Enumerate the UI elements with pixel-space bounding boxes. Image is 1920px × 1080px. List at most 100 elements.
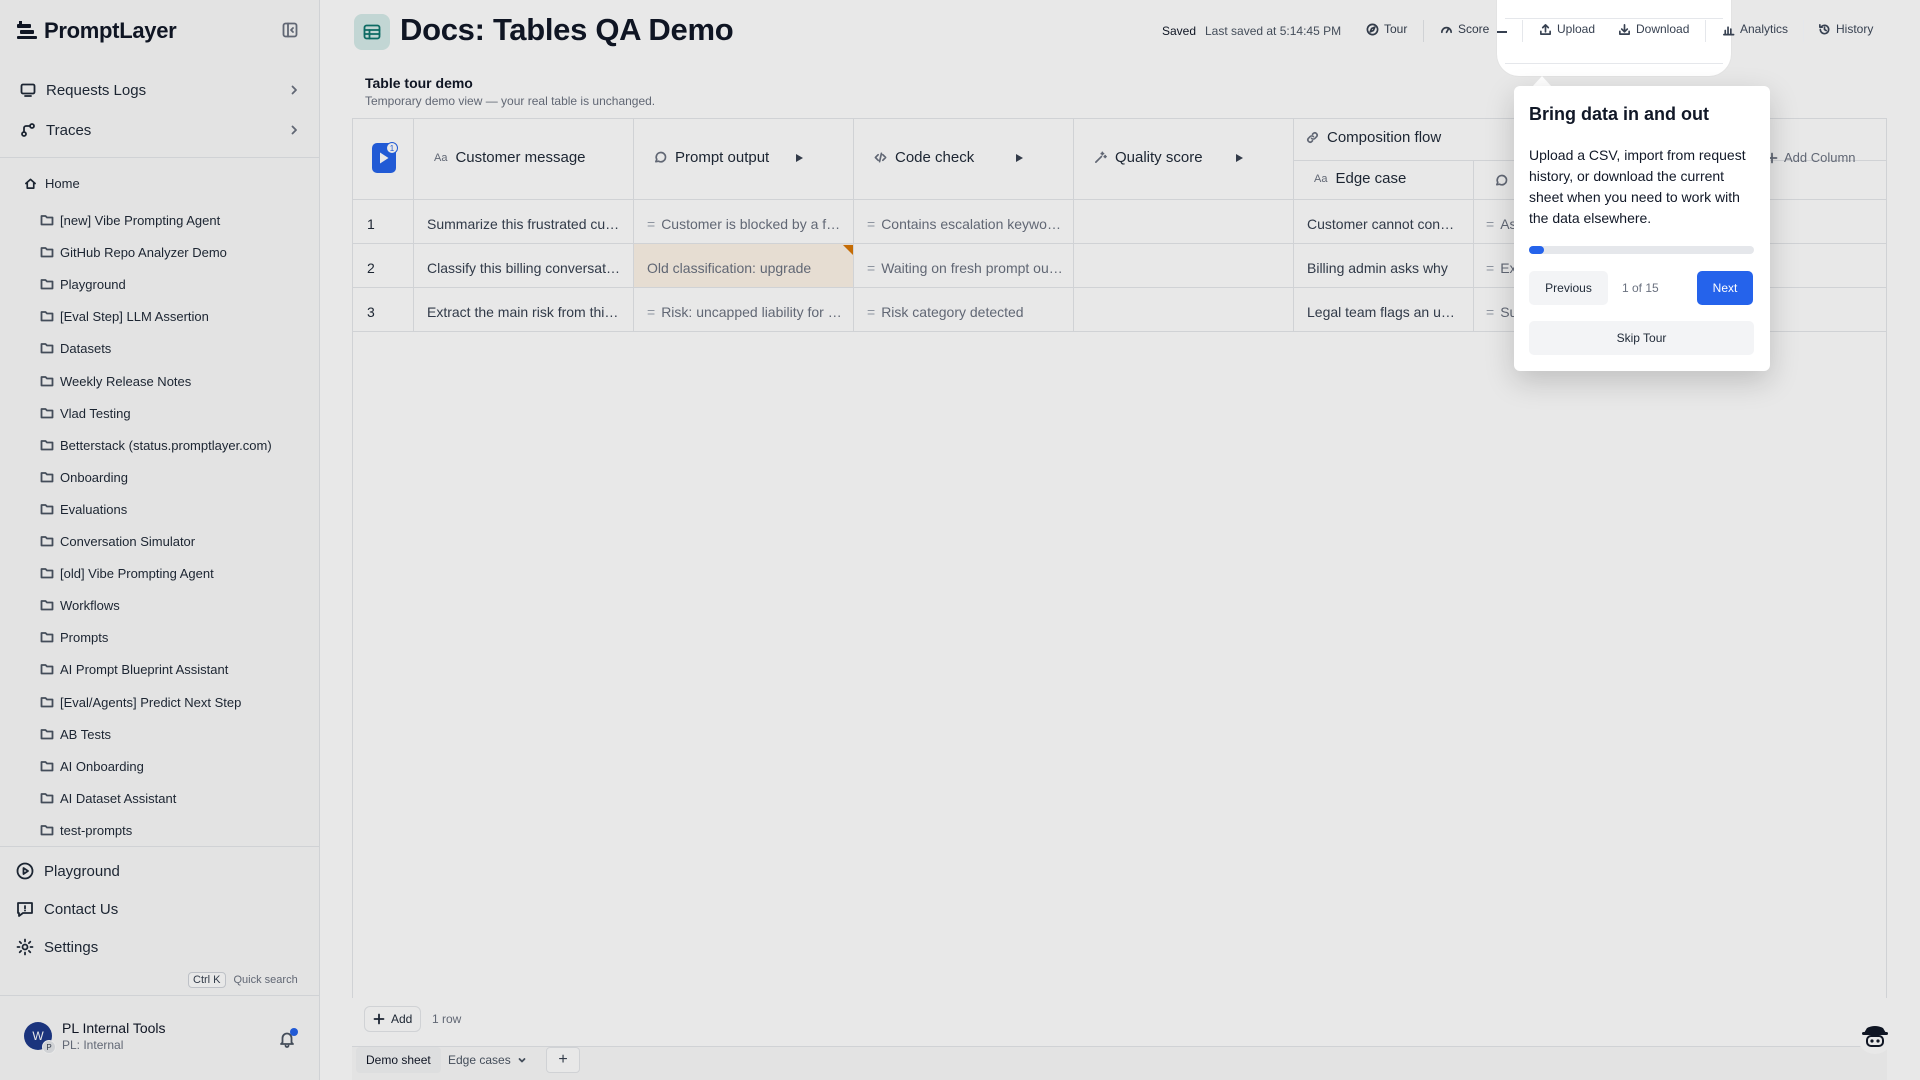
add-row-button[interactable]: Add <box>364 1006 422 1032</box>
sheet-tab-edge-cases[interactable]: Edge cases <box>440 1047 535 1073</box>
folder-label: Playground <box>60 276 126 292</box>
nav-contact-us[interactable]: Contact Us <box>16 895 118 923</box>
nav-requests-logs-label: Requests Logs <box>46 81 147 99</box>
download-label: Download <box>1636 22 1690 36</box>
toolbar-divider <box>1705 20 1706 42</box>
cell-edge-case-text: Billing admin asks why <box>1307 260 1448 276</box>
folder-item[interactable]: Workflows <box>40 593 120 617</box>
cell-customer-message[interactable]: Summarize this frustrated customer email <box>427 216 623 232</box>
cell-prompt-output[interactable]: = Risk: uncapped liability for vendor <box>647 304 843 320</box>
nav-playground[interactable]: Playground <box>16 857 120 885</box>
folder-item[interactable]: test-prompts <box>40 818 132 842</box>
tour-button[interactable]: Tour <box>1366 22 1407 36</box>
folder-item[interactable]: [old] Vibe Prompting Agent <box>40 561 214 585</box>
page-title: Docs: Tables QA Demo <box>400 12 734 47</box>
cell-code-check[interactable]: = Risk category detected <box>867 304 1063 320</box>
nav-home[interactable]: Home <box>24 176 80 191</box>
folder-item[interactable]: [new] Vibe Prompting Agent <box>40 208 220 232</box>
analytics-button[interactable]: Analytics <box>1722 22 1788 36</box>
column-title: Quality score <box>1115 149 1203 166</box>
folder-item[interactable]: Onboarding <box>40 465 128 489</box>
assistant-bot-icon[interactable] <box>1857 1018 1893 1054</box>
collapse-sidebar-icon[interactable] <box>282 22 300 40</box>
history-icon <box>1819 23 1830 34</box>
row-number[interactable]: 3 <box>367 304 407 320</box>
sheet-tab-label: Edge cases <box>448 1053 511 1067</box>
nav-traces-label: Traces <box>46 121 92 139</box>
folder-item[interactable]: Conversation Simulator <box>40 529 195 553</box>
nav-traces[interactable]: Traces <box>12 114 308 146</box>
column-header-customer-message[interactable]: Aa Customer message <box>434 149 624 166</box>
folder-item[interactable]: [Eval Step] LLM Assertion <box>40 304 209 328</box>
traces-icon <box>21 123 35 137</box>
folder-icon <box>40 472 54 483</box>
column-header-quality-score[interactable]: Quality score <box>1094 149 1244 166</box>
history-button[interactable]: History <box>1818 22 1873 36</box>
folder-item[interactable]: AI Dataset Assistant <box>40 786 176 810</box>
folder-label: [old] Vibe Prompting Agent <box>60 565 214 581</box>
cell-prompt-output[interactable]: = Customer is blocked by a failed payment <box>647 216 843 232</box>
run-column-icon[interactable] <box>795 153 804 163</box>
cell-code-check[interactable]: = Waiting on fresh prompt output <box>867 260 1063 276</box>
message-alert-icon <box>17 902 33 917</box>
cell-code-check[interactable]: = Contains escalation keywords <box>867 216 1063 232</box>
tour-progress-track <box>1529 246 1754 254</box>
folder-item[interactable]: AI Onboarding <box>40 754 144 778</box>
add-sheet-button[interactable]: + <box>546 1047 580 1073</box>
cell-customer-message[interactable]: Classify this billing conversation <box>427 260 623 276</box>
folder-icon <box>40 440 54 451</box>
row-number[interactable]: 2 <box>367 260 407 276</box>
nav-requests-logs[interactable]: Requests Logs <box>12 74 308 106</box>
add-column-button[interactable]: Add Column <box>1766 150 1856 165</box>
folder-item[interactable]: Datasets <box>40 336 111 360</box>
workspace-name: PL Internal Tools <box>62 1020 166 1036</box>
folder-item[interactable]: Playground <box>40 272 126 296</box>
tour-next-button[interactable]: Next <box>1697 271 1753 305</box>
row-number[interactable]: 1 <box>367 216 407 232</box>
folder-item[interactable]: Vlad Testing <box>40 401 131 425</box>
nav-settings[interactable]: Settings <box>16 933 98 961</box>
cell-customer-message[interactable]: Extract the main risk from this contract <box>427 304 623 320</box>
sheet-tab-demo[interactable]: Demo sheet <box>356 1047 441 1073</box>
folder-item[interactable]: AI Prompt Blueprint Assistant <box>40 657 228 681</box>
folder-item[interactable]: Prompts <box>40 625 108 649</box>
cell-edge-case[interactable]: Customer cannot continue <box>1307 216 1457 232</box>
score-button[interactable]: Score <box>1440 22 1489 36</box>
col-line <box>1073 118 1074 331</box>
chevron-down-icon <box>518 1058 526 1063</box>
folder-item[interactable]: Evaluations <box>40 497 127 521</box>
folder-label: [Eval/Agents] Predict Next Step <box>60 694 242 710</box>
folder-item[interactable]: GitHub Repo Analyzer Demo <box>40 240 227 264</box>
tour-previous-button[interactable]: Previous <box>1529 271 1608 305</box>
cell-customer-message-text: Summarize this frustrated customer email <box>427 216 623 232</box>
column-header-code-check[interactable]: Code check <box>874 149 1024 166</box>
folder-label: Weekly Release Notes <box>60 373 192 389</box>
add-column-label: Add Column <box>1784 150 1856 165</box>
folder-label: Onboarding <box>60 469 128 485</box>
sparkle-wand-icon <box>1095 151 1107 163</box>
run-column-icon[interactable] <box>1235 153 1244 163</box>
cell-edge-case[interactable]: Billing admin asks why <box>1307 260 1457 276</box>
avatar-initial: W <box>32 1029 44 1043</box>
formula-marker: = <box>1486 216 1495 232</box>
column-header-edge-case[interactable]: Aa Edge case <box>1314 170 1464 187</box>
folder-item[interactable]: Betterstack (status.promptlayer.com) <box>40 433 272 457</box>
folder-item[interactable]: Weekly Release Notes <box>40 369 191 393</box>
folder-label: AB Tests <box>60 726 112 742</box>
row-count-selector[interactable]: 1 row <box>432 1012 461 1026</box>
cell-edge-case[interactable]: Legal team flags an unusual clause <box>1307 304 1457 320</box>
upload-button[interactable]: Upload <box>1539 22 1595 36</box>
folder-item[interactable]: AB Tests <box>40 722 111 746</box>
column-group-composition-flow[interactable]: Composition flow <box>1306 129 1441 146</box>
column-header-prompt-output[interactable]: Prompt output <box>654 149 804 166</box>
run-column-icon[interactable] <box>1015 153 1024 163</box>
analytics-label: Analytics <box>1740 22 1789 36</box>
promptlayer-logo[interactable]: PromptLayer <box>16 18 177 44</box>
tour-skip-button[interactable]: Skip Tour <box>1529 321 1754 355</box>
formula-marker: = <box>1486 260 1495 276</box>
cell-prompt-output[interactable]: Old classification: upgrade <box>647 260 843 276</box>
quick-search[interactable]: Ctrl K Quick search <box>188 972 298 988</box>
folder-item[interactable]: [Eval/Agents] Predict Next Step <box>40 690 241 714</box>
download-button[interactable]: Download <box>1618 22 1689 36</box>
workspace-switcher[interactable]: W P PL Internal Tools PL: Internal <box>24 1020 166 1054</box>
